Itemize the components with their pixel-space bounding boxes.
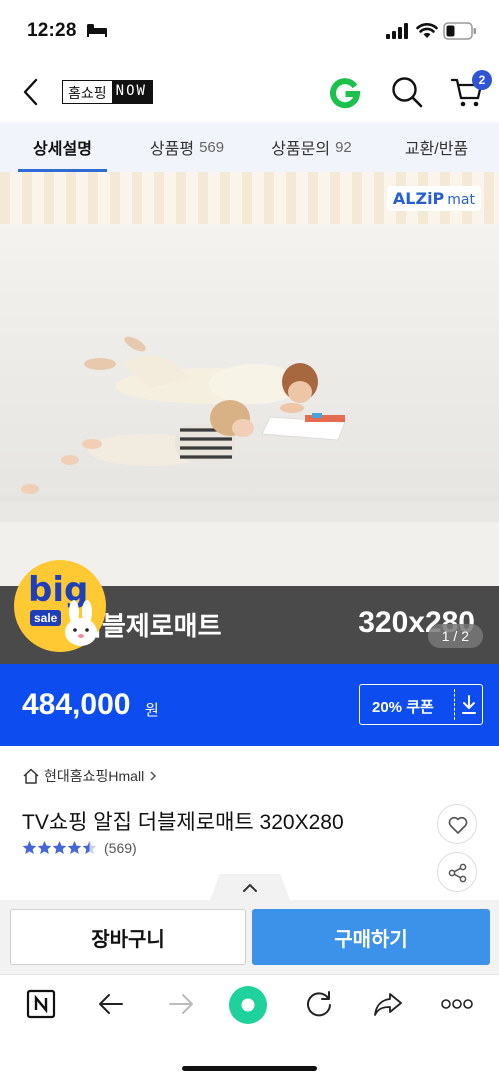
price-value: 484,000 xyxy=(22,688,131,721)
tab-questions[interactable]: 상품문의 92 xyxy=(249,122,374,172)
price-bar: 484,000 원 20% 쿠폰 xyxy=(0,664,499,746)
review-count: (569) xyxy=(104,840,137,856)
rating-row[interactable]: (569) xyxy=(22,840,137,856)
status-time: 12:28 xyxy=(27,20,77,41)
naver-green-dot-icon[interactable] xyxy=(228,985,268,1025)
brand-sub: mat xyxy=(447,192,475,208)
expand-purchase-tab[interactable] xyxy=(210,874,290,900)
share-arrow-icon[interactable] xyxy=(372,989,404,1019)
brand-main: ALZiP xyxy=(392,189,445,208)
back-icon[interactable] xyxy=(96,989,126,1019)
rabbit-mascot-icon xyxy=(65,600,97,646)
signal-icon xyxy=(386,23,408,39)
tab-description[interactable]: 상세설명 xyxy=(0,122,125,172)
alzip-mat-logo: ALZiP mat xyxy=(386,186,481,211)
back-arrow-icon[interactable] xyxy=(20,76,42,108)
tab-label: 상품문의 xyxy=(271,141,331,158)
seller-link[interactable]: 현대홈쇼핑Hmall xyxy=(22,766,159,786)
buy-now-button[interactable]: 구매하기 xyxy=(252,909,490,965)
wishlist-button[interactable] xyxy=(437,804,477,844)
share-button[interactable] xyxy=(437,852,477,892)
refresh-icon[interactable] xyxy=(304,989,334,1019)
tab-label: 교환/반품 xyxy=(404,141,469,158)
mother-child-illustration xyxy=(21,336,346,494)
battery-icon xyxy=(443,22,476,40)
logo-text-right: NOW xyxy=(111,81,152,103)
g-logo-icon[interactable] xyxy=(328,75,362,109)
rating-stars-icon xyxy=(22,841,97,854)
price-unit: 원 xyxy=(145,702,159,719)
coupon-divider xyxy=(454,689,455,720)
product-tabs: 상세설명 상품평 569 상품문의 92 교환/반품 xyxy=(0,122,499,172)
product-title: TV쇼핑 알집 더블제로매트 320X280 xyxy=(22,811,344,834)
homeshopping-now-logo[interactable]: 홈쇼핑 NOW xyxy=(62,80,153,104)
home-indicator xyxy=(182,1066,317,1071)
naver-n-icon[interactable] xyxy=(26,989,56,1019)
more-options-icon[interactable] xyxy=(440,997,474,1011)
seller-name: 현대홈쇼핑Hmall xyxy=(44,768,145,784)
cart-count-badge: 2 xyxy=(472,70,492,90)
app-header: 홈쇼핑 NOW 2 xyxy=(0,62,499,122)
forward-icon[interactable] xyxy=(166,989,196,1019)
add-to-cart-button[interactable]: 장바구니 xyxy=(10,909,246,965)
tab-label: 상세설명 xyxy=(33,141,92,158)
carousel-page-indicator: 1 / 2 xyxy=(427,624,483,648)
tab-label: 상품평 xyxy=(149,141,195,158)
download-icon xyxy=(462,695,476,714)
purchase-bar: 장바구니 구매하기 xyxy=(0,900,499,974)
tab-exchange-return[interactable]: 교환/반품 xyxy=(374,122,499,172)
tab-count: 569 xyxy=(199,138,225,156)
product-image-carousel[interactable]: ALZiP mat 더블제로매트 320x280 big sale 1 / 2 xyxy=(0,172,499,664)
browser-toolbar xyxy=(0,974,499,1080)
tab-reviews[interactable]: 상품평 569 xyxy=(125,122,249,172)
chevron-right-icon xyxy=(150,771,157,781)
coupon-label: 20% 쿠폰 xyxy=(372,699,434,716)
home-icon xyxy=(23,768,39,784)
chevron-up-icon xyxy=(243,883,257,892)
bed-icon xyxy=(87,24,107,37)
status-bar: 12:28 xyxy=(0,0,499,62)
coupon-download-button[interactable]: 20% 쿠폰 xyxy=(359,684,483,725)
heart-icon xyxy=(448,816,468,834)
tab-count: 92 xyxy=(335,138,352,156)
share-icon xyxy=(448,863,467,883)
badge-sale-text: sale xyxy=(30,610,62,626)
big-sale-badge: big sale xyxy=(14,560,106,652)
logo-text-left: 홈쇼핑 xyxy=(63,81,112,103)
search-icon[interactable] xyxy=(390,75,424,109)
wifi-icon xyxy=(416,23,438,38)
